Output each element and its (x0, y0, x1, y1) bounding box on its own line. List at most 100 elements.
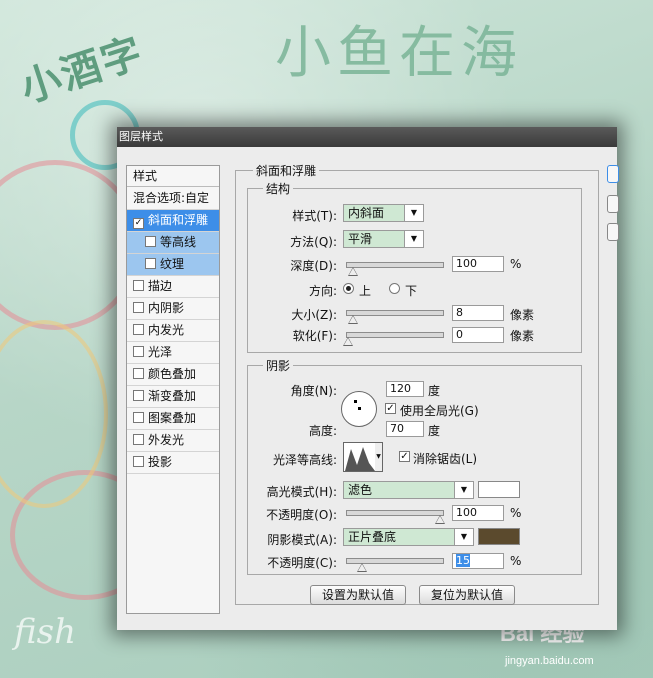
angle-input[interactable]: 120 (386, 381, 424, 397)
shadow-mode-select[interactable]: 正片叠底 ▼ (343, 528, 474, 546)
style-item-satin[interactable]: 光泽 (127, 342, 219, 364)
chevron-down-icon[interactable]: ▼ (404, 205, 423, 221)
altitude-input[interactable]: 70 (386, 421, 424, 437)
contour-preview-icon (345, 447, 375, 471)
structure-title: 结构 (263, 180, 294, 197)
checkbox-icon[interactable] (133, 302, 144, 313)
size-slider-thumb[interactable] (348, 315, 358, 324)
checkbox-icon[interactable] (133, 368, 144, 379)
gloss-contour-label: 光泽等高线: (272, 453, 337, 467)
shadow-mode-label: 阴影模式(A): (267, 533, 337, 547)
checkbox-icon[interactable] (133, 412, 144, 423)
soften-input[interactable]: 0 (452, 327, 504, 343)
make-default-button[interactable]: 设置为默认值 (310, 585, 406, 605)
style-item-label: 内发光 (148, 323, 185, 337)
style-item-label: 颜色叠加 (148, 367, 197, 381)
highlight-mode-value: 滤色 (348, 483, 373, 497)
direction-down-label[interactable]: 下 (405, 282, 417, 299)
shadow-mode-value: 正片叠底 (348, 530, 397, 544)
shadow-opacity-slider-thumb[interactable] (357, 563, 367, 572)
size-unit: 像素 (510, 308, 535, 322)
style-item-outer-glow[interactable]: 外发光 (127, 430, 219, 452)
depth-label: 深度(D): (290, 259, 337, 273)
depth-input[interactable]: 100 (452, 256, 504, 272)
soften-slider-thumb[interactable] (343, 337, 353, 346)
direction-down-radio[interactable] (389, 283, 400, 294)
angle-dial-pointer (354, 400, 357, 403)
dialog-titlebar[interactable]: 图层样式 (117, 127, 617, 147)
style-item-label: 等高线 (160, 235, 197, 249)
highlight-opacity-slider-thumb[interactable] (435, 515, 445, 524)
antialias-label[interactable]: 消除锯齿(L) (413, 450, 477, 467)
ok-button[interactable] (607, 165, 619, 183)
highlight-opacity-input[interactable]: 100 (452, 505, 504, 521)
highlight-opacity-unit: % (510, 506, 522, 520)
gloss-contour-picker[interactable]: ▼ (343, 442, 383, 472)
blend-options-item[interactable]: 混合选项:自定 (127, 187, 219, 210)
size-input[interactable]: 8 (452, 305, 504, 321)
style-item-label: 描边 (148, 279, 173, 293)
chevron-down-icon[interactable]: ▼ (454, 482, 473, 498)
depth-slider-thumb[interactable] (348, 267, 358, 276)
style-select[interactable]: 内斜面 ▼ (343, 204, 424, 222)
checkbox-icon[interactable]: ✓ (133, 218, 144, 229)
style-item-bevel-emboss[interactable]: ✓ 斜面和浮雕 (127, 210, 219, 232)
checkbox-icon[interactable] (133, 280, 144, 291)
checkbox-icon[interactable] (133, 324, 144, 335)
style-item-contour[interactable]: 等高线 (127, 232, 219, 254)
checkbox-icon[interactable] (133, 434, 144, 445)
style-item-inner-shadow[interactable]: 内阴影 (127, 298, 219, 320)
style-item-texture[interactable]: 纹理 (127, 254, 219, 276)
bevel-emboss-title: 斜面和浮雕 (253, 162, 320, 179)
styles-header[interactable]: 样式 (127, 166, 219, 187)
global-light-checkbox[interactable]: ✓ (385, 403, 396, 414)
style-item-color-overlay[interactable]: 颜色叠加 (127, 364, 219, 386)
cancel-button[interactable] (607, 195, 619, 213)
highlight-opacity-slider[interactable] (346, 510, 445, 524)
style-item-label: 光泽 (148, 345, 173, 359)
style-item-label: 斜面和浮雕 (148, 213, 209, 227)
checkbox-icon[interactable] (133, 346, 144, 357)
shadow-opacity-input[interactable]: 15 (452, 553, 504, 569)
checkbox-icon[interactable] (133, 456, 144, 467)
style-item-label: 外发光 (148, 433, 185, 447)
altitude-label: 高度: (308, 424, 337, 438)
style-item-gradient-overlay[interactable]: 渐变叠加 (127, 386, 219, 408)
size-label: 大小(Z): (291, 308, 337, 322)
chevron-down-icon[interactable]: ▼ (375, 443, 382, 471)
technique-select[interactable]: 平滑 ▼ (343, 230, 424, 248)
layer-style-dialog: 图层样式 样式 混合选项:自定 ✓ 斜面和浮雕 等高线 纹理 描边 内阴影 内发光… (117, 127, 619, 630)
checkbox-icon[interactable] (133, 390, 144, 401)
shadow-color-swatch[interactable] (478, 528, 520, 545)
new-style-button[interactable] (607, 223, 619, 241)
chevron-down-icon[interactable]: ▼ (404, 231, 423, 247)
angle-label: 角度(N): (290, 384, 337, 398)
highlight-opacity-label: 不透明度(O): (266, 508, 337, 522)
style-item-drop-shadow[interactable]: 投影 (127, 452, 219, 474)
depth-slider[interactable] (346, 262, 444, 276)
style-item-pattern-overlay[interactable]: 图案叠加 (127, 408, 219, 430)
highlight-mode-select[interactable]: 滤色 ▼ (343, 481, 474, 499)
soften-slider[interactable] (343, 332, 444, 346)
size-slider[interactable] (346, 310, 444, 324)
style-select-value: 内斜面 (348, 206, 385, 220)
styles-list: 样式 混合选项:自定 ✓ 斜面和浮雕 等高线 纹理 描边 内阴影 内发光 光泽 颜… (126, 165, 220, 614)
direction-up-radio[interactable] (343, 283, 354, 294)
angle-dial[interactable] (341, 391, 377, 427)
background-signature: fish (14, 612, 77, 652)
antialias-checkbox[interactable]: ✓ (399, 451, 410, 462)
reset-default-button[interactable]: 复位为默认值 (419, 585, 515, 605)
chevron-down-icon[interactable]: ▼ (454, 529, 473, 545)
global-light-label[interactable]: 使用全局光(G) (400, 402, 479, 419)
style-item-label: 图案叠加 (148, 411, 197, 425)
style-item-label: 投影 (148, 455, 173, 469)
highlight-color-swatch[interactable] (478, 481, 520, 498)
technique-select-value: 平滑 (348, 232, 373, 246)
checkbox-icon[interactable] (145, 236, 156, 247)
style-item-stroke[interactable]: 描边 (127, 276, 219, 298)
direction-up-label[interactable]: 上 (359, 282, 371, 299)
shadow-opacity-slider[interactable] (346, 558, 444, 572)
checkbox-icon[interactable] (145, 258, 156, 269)
style-item-inner-glow[interactable]: 内发光 (127, 320, 219, 342)
shadow-opacity-label: 不透明度(C): (267, 556, 337, 570)
